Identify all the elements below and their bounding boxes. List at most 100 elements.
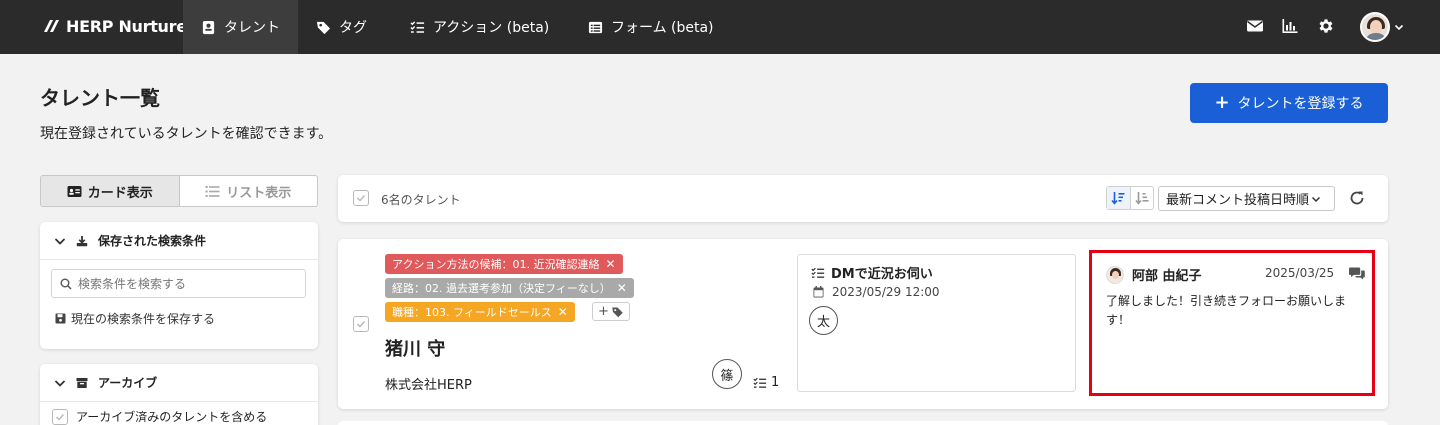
nav-tab-label: アクション (beta): [433, 20, 550, 36]
action-title-text: DMで近況お伺い: [831, 267, 933, 282]
add-tag-plus: +: [598, 304, 609, 319]
tag-label: アクション方法の候補：01. 近況確認連絡: [392, 258, 600, 271]
list-view-button[interactable]: リスト表示: [180, 176, 318, 206]
talent-tag[interactable]: アクション方法の候補：01. 近況確認連絡 ✕: [385, 254, 623, 274]
add-tag-button[interactable]: +: [592, 302, 630, 321]
owner-initial: 篠: [720, 368, 734, 384]
checkmark-icon: [356, 320, 366, 328]
talent-tag[interactable]: 職種：103. フィールドセールス ✕: [385, 302, 575, 322]
archive-title: アーカイブ: [98, 376, 158, 390]
tag-icon: [316, 21, 331, 34]
saved-search-input[interactable]: [78, 276, 298, 291]
sort-ascending-button[interactable]: [1131, 187, 1154, 209]
nav-tab-label: フォーム (beta): [611, 20, 714, 36]
remove-tag-icon[interactable]: ✕: [605, 257, 615, 271]
settings-button[interactable]: [1317, 17, 1337, 37]
sort-order-select[interactable]: 最新コメント投稿日時順: [1158, 186, 1335, 211]
id-card-icon: [67, 185, 82, 197]
checklist-icon: [410, 20, 425, 33]
avatar: [1360, 12, 1390, 42]
latest-comment-panel[interactable]: 阿部 由紀子 2025/03/25 了解しました！引き続きフォローお願いします！: [1089, 250, 1375, 396]
remove-tag-icon[interactable]: ✕: [558, 305, 568, 319]
floppy-disk-icon: [55, 313, 66, 324]
talent-count: 6名のタレント: [381, 193, 461, 207]
talent-company: 株式会社HERP: [385, 378, 472, 393]
card-view-button[interactable]: カード表示: [41, 176, 180, 206]
list-icon: [205, 185, 220, 197]
nav-tab-label: タグ: [339, 20, 367, 36]
sort-direction-toggle: [1106, 186, 1154, 210]
comment-author-name: 阿部 由紀子: [1132, 269, 1202, 284]
nav-tab-form[interactable]: フォーム (beta): [570, 0, 732, 54]
include-archived-option[interactable]: アーカイブ済みのタレントを含める: [52, 408, 267, 425]
action-panel[interactable]: DMで近況お伺い 2023/05/29 12:00 太: [797, 254, 1076, 392]
comment-date: 2025/03/25: [1265, 266, 1335, 280]
sort-descending-button[interactable]: [1107, 187, 1131, 209]
action-title: DMで近況お伺い: [811, 263, 933, 282]
register-talent-label: タレントを登録する: [1237, 96, 1364, 112]
sort-order-value: 最新コメント投稿日時順: [1166, 193, 1310, 208]
archive-box-icon: [76, 377, 88, 388]
brand-name: HERP Nurture: [66, 16, 187, 36]
archive-header[interactable]: アーカイブ: [40, 364, 318, 402]
checklist-icon: [811, 267, 825, 278]
analytics-button[interactable]: [1281, 17, 1301, 37]
page-description: 現在登録されているタレントを確認できます。: [40, 126, 333, 142]
register-talent-button[interactable]: + タレントを登録する: [1190, 83, 1388, 123]
chevron-down-icon: [54, 379, 66, 387]
saved-search-title: 保存された検索条件: [98, 234, 207, 248]
gear-icon: [1319, 19, 1333, 33]
talent-name[interactable]: 猪川 守: [385, 335, 445, 361]
include-archived-label: アーカイブ済みのタレントを含める: [76, 410, 268, 424]
calendar-icon: [813, 286, 824, 298]
checkmark-icon: [55, 413, 65, 421]
user-menu-button[interactable]: [1360, 12, 1404, 42]
refresh-icon[interactable]: [1348, 189, 1366, 207]
save-search-condition-link[interactable]: 現在の検索条件を保存する: [55, 310, 215, 327]
owner-avatar: 篠: [712, 359, 742, 389]
brand-logo[interactable]: HERP Nurture: [40, 16, 187, 36]
tag-label: 経路：02. 過去選考参加（決定フィーなし）: [392, 282, 611, 295]
action-datetime-text: 2023/05/29 12:00: [832, 285, 940, 299]
form-icon: [588, 21, 603, 33]
mail-icon: [1247, 20, 1263, 32]
mail-button[interactable]: [1246, 17, 1266, 37]
include-archived-checkbox[interactable]: [52, 408, 68, 425]
search-icon: [60, 278, 72, 290]
action-count-value: 1: [771, 375, 780, 390]
tag-icon: [612, 307, 623, 317]
talent-select-checkbox[interactable]: [353, 316, 369, 332]
talent-card[interactable]: アクション方法の候補：01. 近況確認連絡 ✕ 経路：02. 過去選考参加（決定…: [338, 239, 1388, 409]
comment-author-avatar: [1106, 265, 1124, 284]
nav-tab-talent[interactable]: タレント: [183, 0, 298, 54]
person-badge-icon: [202, 20, 215, 34]
list-toolbar: 6名のタレント 最新コメント投稿日時順: [338, 175, 1388, 222]
remove-tag-icon[interactable]: ✕: [617, 281, 627, 295]
action-datetime: 2023/05/29 12:00: [813, 285, 940, 299]
assignee-avatar: 太: [809, 306, 838, 335]
herp-logo-icon: [44, 20, 59, 32]
comments-icon: [1349, 267, 1365, 280]
checklist-icon: [753, 377, 767, 388]
sort-descending-icon: [1111, 192, 1125, 205]
checkmark-icon: [356, 194, 366, 202]
top-nav: HERP Nurture タレント タグ アクション (beta) フォーム (…: [0, 0, 1440, 54]
nav-tab-tag[interactable]: タグ: [298, 0, 385, 54]
save-search-label: 現在の検索条件を保存する: [71, 312, 216, 326]
chevron-down-icon: [54, 237, 66, 245]
next-talent-card[interactable]: [338, 421, 1388, 425]
saved-search-header[interactable]: 保存された検索条件: [40, 222, 318, 260]
sort-ascending-icon: [1135, 192, 1149, 205]
saved-search-panel: 保存された検索条件 現在の検索条件を保存する: [40, 222, 318, 349]
chart-icon: [1282, 19, 1298, 33]
plus-icon: +: [1214, 92, 1230, 113]
comment-text: 了解しました！引き続きフォローお願いします！: [1106, 294, 1347, 327]
chevron-down-icon: [1394, 24, 1404, 31]
select-all-checkbox[interactable]: [353, 190, 369, 206]
talent-tag[interactable]: 経路：02. 過去選考参加（決定フィーなし） ✕: [385, 278, 634, 298]
nav-tab-action[interactable]: アクション (beta): [392, 0, 567, 54]
download-icon: [76, 235, 88, 246]
action-count: 1: [753, 375, 779, 390]
archive-panel: アーカイブ アーカイブ済みのタレントを含める: [40, 364, 318, 425]
view-toggle: カード表示 リスト表示: [40, 175, 318, 207]
